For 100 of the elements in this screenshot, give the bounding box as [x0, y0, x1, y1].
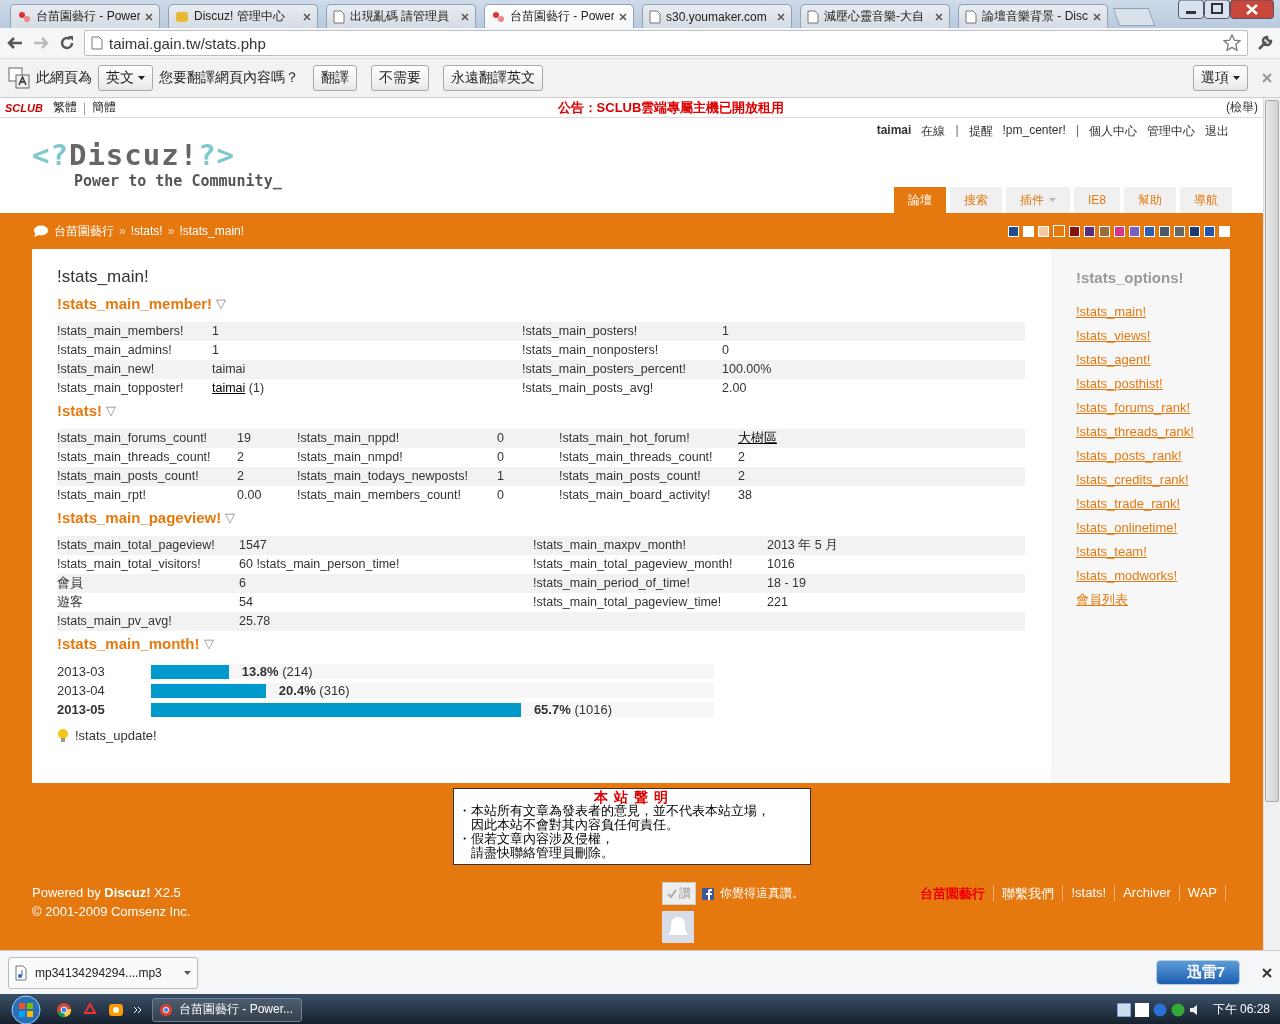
browser-tab[interactable]: Discuz! 管理中心	[168, 4, 318, 28]
reload-icon[interactable]	[58, 34, 76, 52]
tray-icon[interactable]	[1134, 1002, 1149, 1017]
footer-link[interactable]: !stats!	[1063, 885, 1116, 901]
style-swatch[interactable]	[1219, 225, 1230, 237]
report-link[interactable]: (檢舉)	[1226, 99, 1258, 116]
language-dropdown[interactable]: 英文	[98, 65, 153, 91]
user-link[interactable]: 管理中心	[1147, 123, 1195, 140]
sidebar-link[interactable]: !stats_agent!	[1076, 348, 1230, 372]
browser-tab[interactable]: 台苗園藝行 - Power	[10, 4, 160, 28]
download-item[interactable]: mp34134294294....mp3	[8, 956, 198, 989]
sidebar-link[interactable]: !stats_posthist!	[1076, 372, 1230, 396]
close-icon[interactable]	[1093, 12, 1101, 21]
style-swatch[interactable]	[1023, 225, 1034, 237]
browser-tab[interactable]: 台苗園藝行 - Power	[484, 4, 634, 28]
style-swatch[interactable]	[1008, 225, 1019, 237]
thunder-badge[interactable]: 迅雷7	[1155, 960, 1240, 985]
browser-tab[interactable]: 出現亂碼 請管理員	[326, 4, 476, 28]
style-swatch[interactable]	[1099, 225, 1110, 237]
breadcrumb-link[interactable]: 台苗園藝行	[54, 222, 114, 240]
style-swatch[interactable]	[1084, 225, 1095, 237]
close-icon[interactable]	[1262, 967, 1272, 978]
user-link[interactable]: 在線	[921, 123, 946, 140]
chat-icon[interactable]	[108, 1001, 124, 1018]
tray-icon[interactable]	[1116, 1002, 1131, 1017]
nav-tab[interactable]: 搜索	[950, 187, 1002, 213]
style-swatch[interactable]	[1129, 225, 1140, 237]
sidebar-link[interactable]: !stats_main!	[1076, 300, 1230, 324]
nav-tab[interactable]: IE8	[1074, 187, 1120, 213]
nav-tab[interactable]: 導航	[1180, 187, 1232, 213]
toggle-icon[interactable]: ▽	[225, 510, 236, 525]
browser-tab[interactable]: 論壇音樂背景 - Disc	[958, 4, 1108, 28]
close-icon[interactable]	[619, 12, 627, 21]
style-swatch[interactable]	[1189, 225, 1200, 237]
style-swatch[interactable]	[1053, 224, 1065, 237]
announcement[interactable]: 公告：SCLUB雲端專屬主機已開放租用	[122, 98, 1220, 117]
forum-logo[interactable]: <?Discuz!?>	[32, 138, 282, 172]
username[interactable]: taimai	[876, 123, 912, 140]
star-icon[interactable]	[1223, 34, 1241, 52]
caret-icon[interactable]	[138, 76, 145, 80]
toggle-icon[interactable]: ▽	[216, 296, 227, 311]
sidebar-link[interactable]: 會員列表	[1076, 588, 1230, 612]
sidebar-link[interactable]: !stats_team!	[1076, 540, 1230, 564]
style-swatch[interactable]	[1174, 225, 1185, 237]
user-link[interactable]: 個人中心	[1089, 123, 1137, 140]
sidebar-link[interactable]: !stats_trade_rank!	[1076, 492, 1230, 516]
taskbar-button[interactable]: 台苗園藝行 - Power...	[152, 997, 302, 1022]
close-icon[interactable]	[935, 12, 943, 21]
nav-tab[interactable]: 論壇	[894, 187, 946, 213]
style-swatch[interactable]	[1159, 225, 1170, 237]
toggle-icon[interactable]: ▽	[203, 636, 214, 651]
user-link[interactable]: taimai	[212, 381, 246, 395]
sidebar-link[interactable]: !stats_credits_rank!	[1076, 468, 1230, 492]
close-icon[interactable]	[145, 12, 153, 21]
sidebar-link[interactable]: !stats_views!	[1076, 324, 1230, 348]
sidebar-link[interactable]: !stats_forums_rank!	[1076, 396, 1230, 420]
footer-link[interactable]: Archiver	[1115, 885, 1180, 901]
scrollbar[interactable]	[1263, 98, 1280, 950]
sidebar-link[interactable]: !stats_posts_rank!	[1076, 444, 1230, 468]
browser-tab[interactable]: 減壓心靈音樂-大自	[800, 4, 950, 28]
caret-icon[interactable]	[1233, 76, 1240, 80]
site-logo[interactable]: SCLUB	[5, 101, 43, 114]
nav-tab[interactable]: 幫助	[1124, 187, 1176, 213]
style-swatch[interactable]	[1114, 225, 1125, 237]
back-icon[interactable]	[6, 35, 24, 51]
browser-tab[interactable]: s30.youmaker.com	[642, 4, 792, 28]
nav-tab[interactable]: 插件	[1006, 187, 1070, 213]
user-link[interactable]: 退出	[1205, 123, 1229, 140]
info-icon[interactable]	[1170, 1002, 1185, 1017]
translate-button[interactable]: 不需要	[371, 65, 429, 91]
footer-link[interactable]: 聯繫我們	[994, 885, 1064, 901]
wrench-icon[interactable]	[1256, 34, 1274, 52]
address-field[interactable]: taimai.gain.tw/stats.php	[84, 30, 1248, 56]
language-link[interactable]: 繁體	[52, 99, 77, 116]
options-dropdown[interactable]: 選項	[1193, 65, 1248, 91]
like-button[interactable]: 讚	[662, 882, 696, 905]
sidebar-link[interactable]: !stats_modworks!	[1076, 564, 1230, 588]
close-icon[interactable]	[461, 12, 469, 21]
toggle-icon[interactable]: ▽	[106, 403, 116, 418]
chevron-icon[interactable]	[134, 1005, 142, 1014]
user-link[interactable]: !pm_center!	[1002, 123, 1066, 140]
language-link[interactable]: 簡體	[92, 99, 116, 116]
minimize-button[interactable]	[1178, 0, 1204, 19]
footer-link[interactable]: WAP	[1179, 885, 1226, 901]
maximize-button[interactable]	[1204, 0, 1230, 19]
style-swatch[interactable]	[1069, 225, 1080, 237]
user-link[interactable]: 提醒	[968, 123, 993, 140]
close-icon[interactable]	[303, 12, 311, 21]
style-swatch[interactable]	[1038, 225, 1049, 237]
style-swatch[interactable]	[1204, 225, 1215, 237]
translate-button[interactable]: 翻譯	[313, 65, 357, 91]
style-swatch[interactable]	[1144, 225, 1155, 237]
caret-icon[interactable]	[184, 970, 191, 975]
chrome-icon[interactable]	[56, 1001, 72, 1018]
translate-button[interactable]: 永遠翻譯英文	[443, 65, 543, 91]
close-button[interactable]	[1230, 0, 1274, 19]
close-icon[interactable]	[777, 12, 785, 21]
user-link[interactable]: 大樹區	[738, 431, 777, 445]
facebook-icon[interactable]	[702, 887, 714, 900]
sidebar-link[interactable]: !stats_threads_rank!	[1076, 420, 1230, 444]
